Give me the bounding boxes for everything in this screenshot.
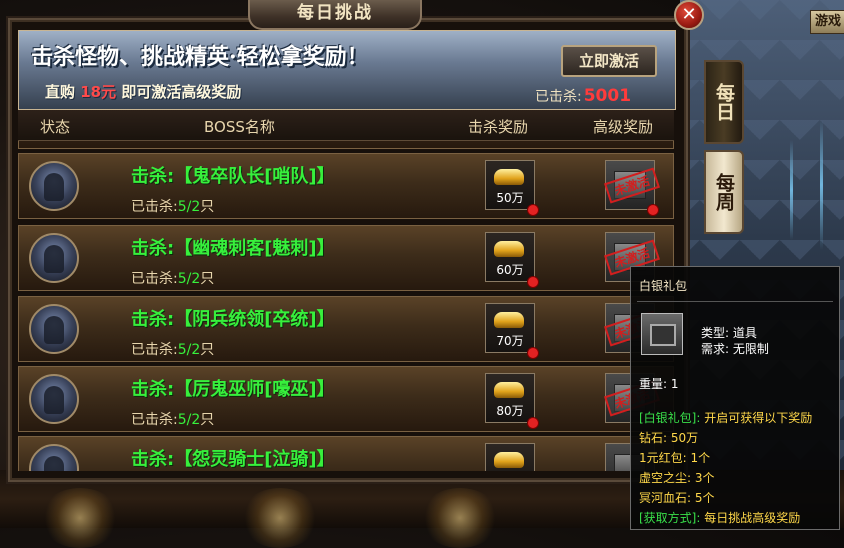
col-advanced-reward: 高级奖励 [593,118,654,136]
red-dot-icon [527,276,539,288]
game-corner-button[interactable]: 游戏 [810,10,844,34]
boss-name: 击杀:【鬼卒队长[哨队]】 [131,166,335,187]
tab-daily[interactable]: 每日 [704,60,744,144]
kill-reward-slot[interactable]: 70万 [485,303,535,353]
desc-key: [白银礼包]: [639,411,701,425]
boss-name: 击杀:【怨灵骑士[泣骑]】 [131,449,335,470]
kill-label: 已击杀: [131,271,178,287]
kill-value: 5/2 [177,412,201,428]
advanced-reward-slot[interactable]: 未激活 [604,160,660,210]
red-dot-icon [527,347,539,359]
light-streak [790,140,793,240]
window-title: 每日挑战 [248,0,422,30]
boss-avatar [29,304,79,354]
sub-suffix: 即可激活高级奖励 [121,83,242,101]
tooltip-type: 类型: 道具 [701,326,757,340]
sub-prefix: 直购 [45,83,76,101]
desc-value: 开启可获得以下奖励 [704,411,813,425]
reward-amount: 80万 [496,404,524,418]
col-status: 状态 [40,118,71,136]
reward-amount: 70万 [496,334,524,348]
light-glow [240,488,320,548]
tooltip-desc: [白银礼包]: 开启可获得以下奖励 [639,409,812,426]
close-button[interactable]: ✕ [674,0,708,30]
boss-avatar [29,161,79,211]
boss-avatar [29,374,79,424]
activate-button[interactable]: 立即激活 [561,45,657,77]
red-dot-icon [527,204,539,216]
kill-label: 已击杀: [131,342,178,358]
kill-unit: 只 [200,271,215,287]
light-glow [420,488,500,548]
red-dot-icon [527,417,539,429]
boss-name: 击杀:【幽魂刺客[魅刺]】 [131,238,335,259]
kill-label: 已击杀: [131,412,178,428]
kill-unit: 只 [200,342,215,358]
banner-subline: 直购 18元 即可激活高级奖励 [45,81,241,102]
tab-weekly[interactable]: 每周 [704,150,744,234]
gold-ingot-icon [494,312,524,328]
col-boss-name: BOSS名称 [204,118,275,136]
gift-box-icon [641,313,683,355]
col-kill-reward: 击杀奖励 [468,118,529,136]
gold-ingot-icon [494,169,524,185]
table-row[interactable]: 击杀:【鬼卒队长[哨队]】 已击杀:5/2只 50万 未激活 [18,153,674,219]
kill-reward-slot[interactable]: 50万 [485,160,535,210]
tooltip-divider [637,301,833,302]
light-streak [820,120,823,250]
kill-reward-slot[interactable]: 80万 [485,373,535,423]
kill-unit: 只 [200,412,215,428]
table-row[interactable]: 击杀:【厉鬼巫师[嚎巫]】 已击杀:5/2只 80万 未激活 [18,366,674,432]
kill-unit: 只 [200,199,215,215]
kill-reward-slot[interactable]: 60万 [485,232,535,282]
total-kills: 已击杀: 5001 [535,86,631,106]
red-dot-icon [647,204,659,216]
kill-value: 5/2 [177,342,201,358]
tooltip-weight: 重量: 1 [639,377,679,391]
tooltip-requirement: 需求: 无限制 [701,342,769,356]
tooltip-item: 冥河血石: 5个 [639,491,715,505]
tooltip-item: 1元红包: 1个 [639,451,711,465]
tooltip-title: 白银礼包 [639,279,688,293]
boss-avatar [29,233,79,283]
tooltip-source: [获取方式]: 每日挑战高级奖励 [639,509,800,526]
gold-ingot-icon [494,382,524,398]
kill-value: 5/2 [177,271,201,287]
boss-name: 击杀:【厉鬼巫师[嚎巫]】 [131,379,335,400]
source-key: [获取方式]: [639,511,701,525]
tooltip-item: 虚空之尘: 3个 [639,471,715,485]
table-row[interactable] [18,141,674,149]
kill-count: 已击杀:5/2只 [131,196,214,216]
kill-label: 已击杀: [131,199,178,215]
tooltip-item: 钻石: 50万 [639,431,699,445]
reward-amount: 60万 [496,263,524,277]
table-row[interactable]: 击杀:【幽魂刺客[魅刺]】 已击杀:5/2只 60万 未激活 [18,225,674,291]
kill-count: 已击杀:5/2只 [131,268,214,288]
gold-ingot-icon [494,452,524,468]
light-glow [40,488,120,548]
boss-avatar [29,444,79,471]
kill-count: 已击杀:5/2只 [131,409,214,429]
boss-list[interactable]: 击杀:【鬼卒队长[哨队]】 已击杀:5/2只 50万 未激活 击杀:【幽魂刺客[… [18,141,674,471]
table-row[interactable]: 击杀:【怨灵骑士[泣骑]】 [18,436,674,471]
kill-reward-slot[interactable] [485,443,535,471]
item-tooltip: 白银礼包 类型: 道具 需求: 无限制 重量: 1 [白银礼包]: 开启可获得以… [630,266,840,530]
promo-banner: 击杀怪物、挑战精英·轻松拿奖励！ 立即激活 直购 18元 即可激活高级奖励 已击… [18,30,676,110]
kill-count: 已击杀:5/2只 [131,339,214,359]
table-row[interactable]: 击杀:【阴兵统领[卒统]】 已击杀:5/2只 70万 未激活 [18,296,674,362]
table-header: 状态 BOSS名称 击杀奖励 高级奖励 [18,110,674,141]
kill-value: 5/2 [177,199,201,215]
close-icon: ✕ [674,0,704,30]
gold-ingot-icon [494,241,524,257]
source-value: 每日挑战高级奖励 [704,511,801,525]
sub-amount: 18元 [80,83,117,101]
reward-amount: 50万 [496,191,524,205]
banner-headline: 击杀怪物、挑战精英·轻松拿奖励！ [31,44,369,70]
tooltip-meta: 类型: 道具 需求: 无限制 [701,325,769,357]
total-kills-label: 已击杀: [535,89,582,105]
total-kills-value: 5001 [583,86,632,106]
boss-name: 击杀:【阴兵统领[卒统]】 [131,309,335,330]
